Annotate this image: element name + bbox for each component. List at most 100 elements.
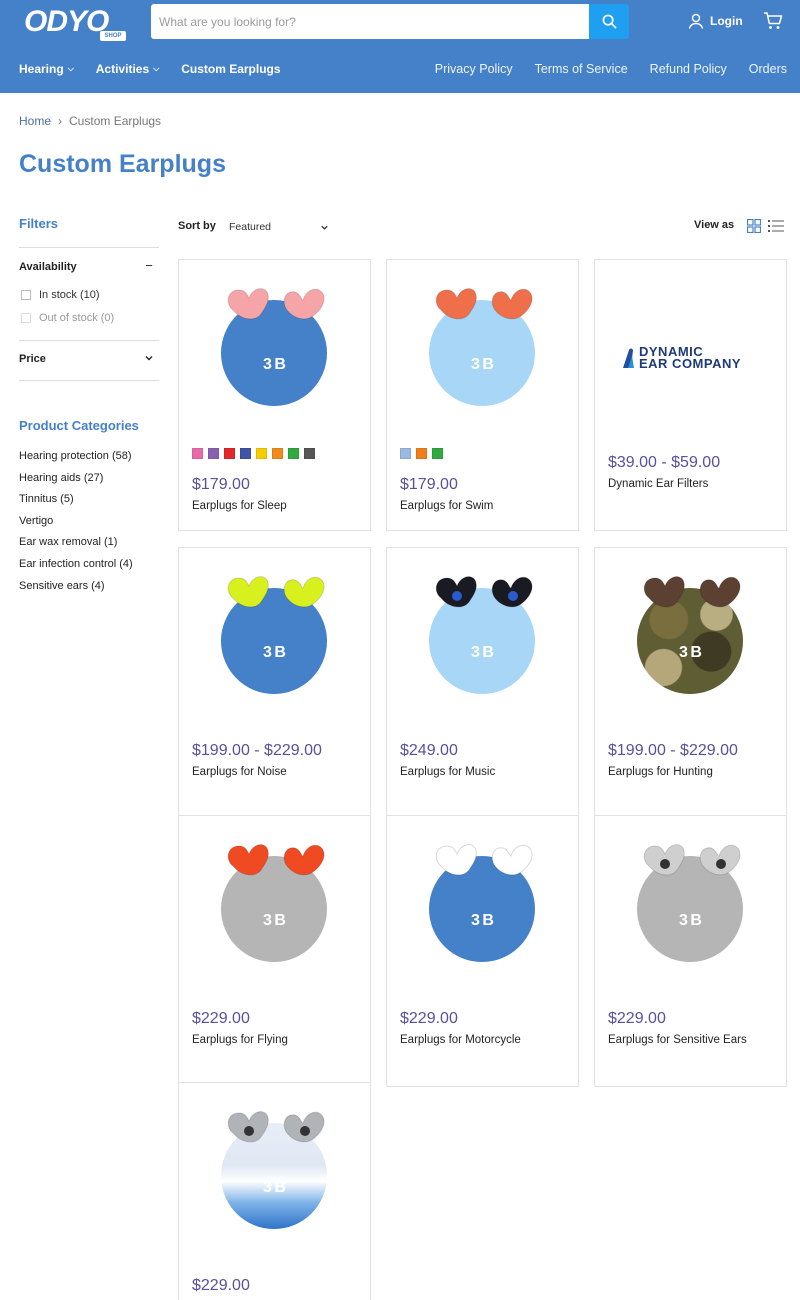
view-as-label: View as xyxy=(694,219,735,231)
earplug-pair-image xyxy=(435,844,533,876)
chevron-down-icon: ⌵ xyxy=(153,64,160,73)
product-card[interactable]: 3 B $179.00 Earplugs for Swim xyxy=(386,259,579,531)
product-name[interactable]: Earplugs for Hunting xyxy=(608,766,713,778)
main-nav: Hearing ⌵ Activities ⌵ Custom Earplugs xyxy=(19,62,281,76)
search-bar xyxy=(151,4,629,39)
category-item[interactable]: Tinnitus (5) xyxy=(19,492,133,514)
product-card[interactable]: 3 B $229.00 xyxy=(178,1082,371,1300)
product-card[interactable]: 3 B $229.00 Earplugs for Motorcycle xyxy=(386,815,579,1087)
product-card[interactable]: 3 B $229.00 Earplugs for Flying xyxy=(178,815,371,1087)
site-header: ODYO SHOP Login Hearing ⌵ Act xyxy=(0,0,800,93)
chevron-down-icon: ⌵ xyxy=(67,64,74,73)
filter-label: Out of stock (0) xyxy=(39,312,115,324)
sort-label: Sort by xyxy=(178,220,216,232)
chevron-down-icon[interactable] xyxy=(140,351,158,366)
logo-text: ODYO xyxy=(24,5,109,38)
login-link[interactable]: Login xyxy=(688,10,743,32)
product-card[interactable]: 3 B $229.00 Earplugs for Sensitive Ears xyxy=(594,815,787,1087)
breadcrumb-home[interactable]: Home xyxy=(19,114,51,128)
nav-label: Hearing xyxy=(19,62,64,76)
nav-item-hearing[interactable]: Hearing ⌵ xyxy=(19,62,74,76)
earplug-pair-image xyxy=(643,576,741,608)
product-card[interactable]: 3 B $249.00 Earplugs for Music xyxy=(386,547,579,819)
product-price: $199.00 - $229.00 xyxy=(608,742,738,759)
nav-item-activities[interactable]: Activities ⌵ xyxy=(96,62,159,76)
color-swatch[interactable] xyxy=(400,448,411,459)
category-item[interactable]: Ear wax removal (1) xyxy=(19,535,133,557)
search-input[interactable] xyxy=(151,4,589,39)
product-name[interactable]: Earplugs for Music xyxy=(400,766,495,778)
right-earplug-shape xyxy=(699,576,741,608)
brand-watermark: 3 B xyxy=(471,912,494,929)
nav-item-privacy-policy[interactable]: Privacy Policy xyxy=(435,62,513,76)
nav-item-terms-of-service[interactable]: Terms of Service xyxy=(535,62,628,76)
color-swatches xyxy=(400,448,443,459)
color-swatch[interactable] xyxy=(304,448,315,459)
divider xyxy=(19,380,159,381)
cart-button[interactable] xyxy=(762,10,784,32)
color-swatch[interactable] xyxy=(272,448,283,459)
color-swatch[interactable] xyxy=(192,448,203,459)
right-earplug-shape xyxy=(491,288,533,320)
product-card[interactable]: 3 B $199.00 - $229.00 Earplugs for Hunting xyxy=(594,547,787,819)
site-logo[interactable]: ODYO SHOP xyxy=(24,4,132,41)
product-name[interactable]: Earplugs for Sleep xyxy=(192,500,287,512)
user-icon xyxy=(688,13,704,29)
category-item[interactable]: Ear infection control (4) xyxy=(19,557,133,579)
secondary-nav: Privacy Policy Terms of Service Refund P… xyxy=(435,62,787,76)
grid-view-icon[interactable] xyxy=(747,219,761,233)
earplug-pair-image xyxy=(227,1111,325,1143)
nav-item-orders[interactable]: Orders xyxy=(749,62,787,76)
product-card[interactable]: 3 B $179.00 Earplugs for Sleep xyxy=(178,259,371,531)
product-card[interactable]: 3 B $199.00 - $229.00 Earplugs for Noise xyxy=(178,547,371,819)
cart-icon xyxy=(764,12,783,29)
filter-out-of-stock[interactable]: Out of stock (0) xyxy=(21,312,114,324)
category-item[interactable]: Hearing protection (58) xyxy=(19,449,133,471)
sort-select[interactable]: Featured xyxy=(229,219,329,235)
left-earplug-shape xyxy=(435,288,477,320)
facet-price-title[interactable]: Price xyxy=(19,353,46,365)
color-swatch[interactable] xyxy=(288,448,299,459)
dynamic-ear-logo-line2: EAR COMPANY xyxy=(639,356,742,371)
category-item[interactable]: Hearing aids (27) xyxy=(19,471,133,493)
facet-availability-title[interactable]: Availability xyxy=(19,261,77,273)
earplug-filter-shape xyxy=(300,1126,310,1136)
sort-value: Featured xyxy=(229,221,272,233)
right-earplug-shape xyxy=(283,576,325,608)
list-view-icon[interactable] xyxy=(768,219,784,233)
color-swatch[interactable] xyxy=(240,448,251,459)
product-name[interactable]: Dynamic Ear Filters xyxy=(608,478,708,490)
breadcrumb-separator: › xyxy=(58,114,63,128)
divider xyxy=(19,247,159,248)
product-name[interactable]: Earplugs for Noise xyxy=(192,766,287,778)
category-item[interactable]: Vertigo xyxy=(19,514,133,536)
categories-title: Product Categories xyxy=(19,418,139,433)
product-name[interactable]: Earplugs for Motorcycle xyxy=(400,1034,521,1046)
login-label: Login xyxy=(710,14,743,28)
product-name[interactable]: Earplugs for Swim xyxy=(400,500,493,512)
color-swatch[interactable] xyxy=(224,448,235,459)
color-swatch[interactable] xyxy=(208,448,219,459)
right-earplug-shape xyxy=(283,288,325,320)
product-card[interactable]: DYNAMIC EAR COMPANY $39.00 - $59.00 Dynamic… xyxy=(594,259,787,531)
product-price: $199.00 - $229.00 xyxy=(192,742,322,759)
checkbox[interactable] xyxy=(21,313,31,323)
product-price: $229.00 xyxy=(608,1010,666,1027)
product-price: $229.00 xyxy=(192,1277,250,1294)
search-button[interactable] xyxy=(589,4,629,39)
nav-item-custom-earplugs[interactable]: Custom Earplugs xyxy=(181,62,280,76)
brand-watermark: 3 B xyxy=(263,1179,286,1196)
product-name[interactable]: Earplugs for Flying xyxy=(192,1034,288,1046)
earplug-pair-image xyxy=(435,576,533,608)
color-swatch[interactable] xyxy=(432,448,443,459)
color-swatch[interactable] xyxy=(256,448,267,459)
brand-watermark: 3 B xyxy=(263,356,286,373)
product-name[interactable]: Earplugs for Sensitive Ears xyxy=(608,1034,747,1046)
color-swatch[interactable] xyxy=(416,448,427,459)
category-item[interactable]: Sensitive ears (4) xyxy=(19,579,133,601)
filter-in-stock[interactable]: In stock (10) xyxy=(21,289,100,301)
nav-item-refund-policy[interactable]: Refund Policy xyxy=(650,62,727,76)
checkbox[interactable] xyxy=(21,290,31,300)
filters-title: Filters xyxy=(19,216,59,231)
collapse-icon[interactable]: − xyxy=(140,258,158,273)
